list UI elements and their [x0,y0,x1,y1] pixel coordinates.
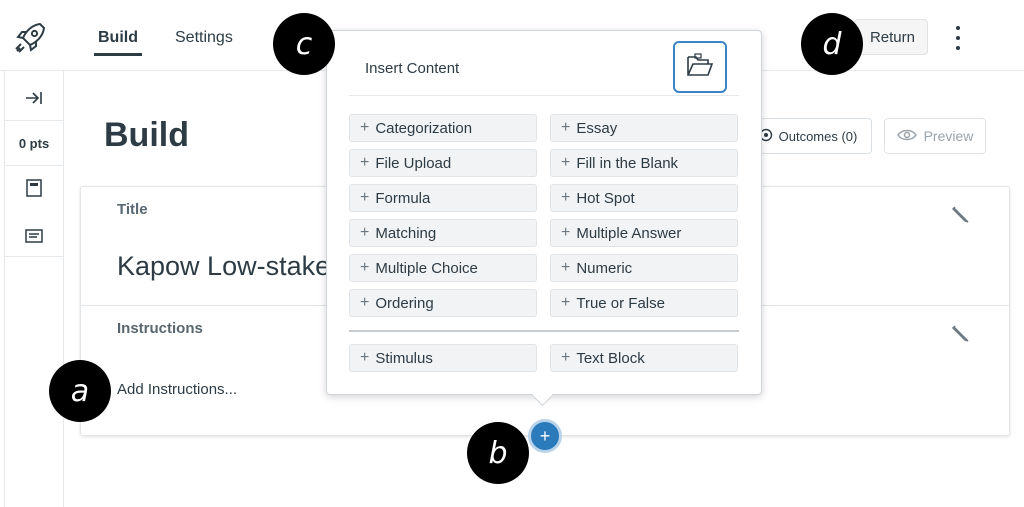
plus-icon: + [539,425,551,446]
insert-hot-spot-button[interactable]: + Hot Spot [550,184,738,212]
insert-item-label: Fill in the Blank [576,154,679,172]
popover-header-divider [349,95,739,96]
plus-icon: + [360,189,370,206]
page-title: Build [104,116,189,154]
left-rail: 0 pts [4,70,64,507]
plus-icon: + [561,154,571,171]
insert-stimulus-button[interactable]: + Stimulus [349,344,537,372]
insert-item-label: Essay [576,119,618,137]
popover-separator [349,330,739,332]
open-folder-button[interactable] [673,41,727,93]
preview-label: Preview [923,128,974,144]
plus-icon: + [360,119,370,136]
callout-c: c [273,13,335,75]
insert-item-label: Text Block [576,349,645,367]
insert-fill-in-the-blank-button[interactable]: + Fill in the Blank [550,149,738,177]
callout-b: b [467,422,529,484]
insert-true-or-false-button[interactable]: + True or False [550,289,738,317]
insert-item-label: File Upload [375,154,452,172]
insert-item-label: Categorization [375,119,473,137]
insert-item-label: Multiple Choice [375,259,478,277]
popover-title: Insert Content [365,60,460,77]
insert-item-label: Multiple Answer [576,224,682,242]
insert-item-label: Stimulus [375,349,433,367]
plus-icon: + [561,259,571,276]
plus-icon: + [561,189,571,206]
insert-text-block-button[interactable]: + Text Block [550,344,738,372]
insert-formula-button[interactable]: + Formula [349,184,537,212]
title-value[interactable]: Kapow Low-stake [117,251,330,282]
insert-file-upload-button[interactable]: + File Upload [349,149,537,177]
plus-icon: + [360,259,370,276]
plus-icon: + [360,349,370,366]
tab-settings[interactable]: Settings [175,29,233,47]
plus-icon: + [360,224,370,241]
return-button-label: Return [869,28,915,46]
outcomes-button[interactable]: Outcomes (0) [744,118,872,154]
insert-item-label: Numeric [576,259,633,277]
insert-essay-button[interactable]: + Essay [550,114,738,142]
plus-icon: + [360,294,370,311]
preview-button[interactable]: Preview [884,118,986,154]
plus-icon: + [360,154,370,171]
insert-item-label: Hot Spot [576,189,635,207]
plus-icon: + [561,349,571,366]
edit-instructions-pencil-icon[interactable] [951,324,971,344]
insert-content-popover: Insert Content + Categorization + File Upl… [326,30,762,395]
instructions-text-icon[interactable] [5,216,63,257]
edit-title-pencil-icon[interactable] [951,205,971,225]
rocket-icon [12,20,48,56]
open-folder-icon [686,52,714,83]
return-button[interactable]: Return [854,19,928,55]
callout-d: d [801,13,863,75]
insert-categorization-button[interactable]: + Categorization [349,114,537,142]
insert-multiple-answer-button[interactable]: + Multiple Answer [550,219,738,247]
insert-multiple-choice-button[interactable]: + Multiple Choice [349,254,537,282]
title-label: Title [117,201,148,218]
insert-item-label: Matching [375,224,437,242]
kebab-menu-icon[interactable] [948,26,968,50]
add-instructions-link[interactable]: Add Instructions... [117,381,237,398]
plus-icon: + [561,119,571,136]
eye-icon [896,128,917,144]
add-content-button[interactable]: + [528,419,562,453]
callout-a: a [49,360,111,422]
insert-item-label: Formula [375,189,431,207]
points-total: 0 pts [5,121,63,166]
assessment-page-icon[interactable] [5,168,63,208]
plus-icon: + [561,294,571,311]
insert-ordering-button[interactable]: + Ordering [349,289,537,317]
collapse-expand-icon[interactable] [5,76,63,121]
plus-icon: + [561,224,571,241]
insert-matching-button[interactable]: + Matching [349,219,537,247]
outcomes-label: Outcomes (0) [778,128,858,144]
insert-item-label: Ordering [375,294,434,312]
tab-build[interactable]: Build [94,29,142,56]
insert-item-label: True or False [576,294,665,312]
instructions-label: Instructions [117,320,203,337]
insert-numeric-button[interactable]: + Numeric [550,254,738,282]
